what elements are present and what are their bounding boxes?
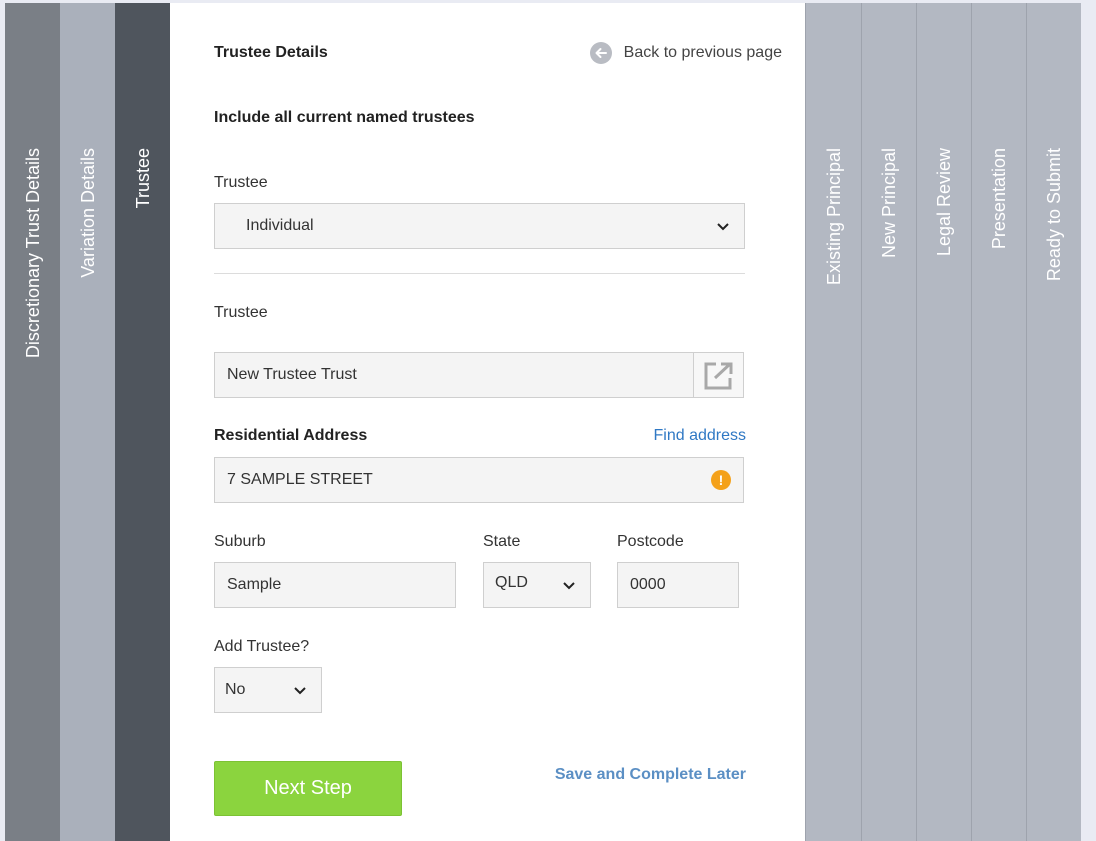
state-label: State xyxy=(483,533,521,550)
state-value: QLD xyxy=(495,574,528,591)
step-tab-new-principal[interactable]: New Principal xyxy=(861,3,916,841)
chevron-down-icon xyxy=(716,220,730,238)
step-tab-existing-principal[interactable]: Existing Principal xyxy=(805,3,861,841)
trustee-type-value: Individual xyxy=(246,217,314,234)
back-label: Back to previous page xyxy=(623,44,782,61)
main-panel: Trustee Details Back to previous page In… xyxy=(170,3,805,841)
state-select[interactable]: QLD xyxy=(483,562,591,608)
next-step-button[interactable]: Next Step xyxy=(214,761,402,816)
step-tab-variation-details[interactable]: Variation Details xyxy=(60,3,115,841)
chevron-down-icon xyxy=(293,684,307,702)
step-tab-label: Legal Review xyxy=(934,148,954,257)
page-title: Trustee Details xyxy=(214,44,328,61)
step-tab-label: Presentation xyxy=(989,148,1009,250)
suburb-field[interactable]: Sample xyxy=(214,562,456,608)
step-tab-trustee[interactable]: Trustee xyxy=(115,3,170,841)
arrow-left-icon xyxy=(589,42,612,64)
add-trustee-value: No xyxy=(225,681,246,698)
step-tab-label: Trustee xyxy=(132,148,153,209)
trustee-name-value: New Trustee Trust xyxy=(227,366,357,383)
form-subtitle: Include all current named trustees xyxy=(214,109,475,126)
trustee-name-label: Trustee xyxy=(214,304,268,321)
trustee-type-label: Trustee xyxy=(214,174,268,191)
step-tab-presentation[interactable]: Presentation xyxy=(971,3,1026,841)
step-tab-label: Ready to Submit xyxy=(1044,148,1064,282)
suburb-value: Sample xyxy=(227,576,282,593)
chevron-down-icon xyxy=(562,579,576,597)
address-label: Residential Address xyxy=(214,427,368,444)
step-tab-label: Variation Details xyxy=(77,148,98,278)
step-tab-discretionary-trust-details[interactable]: Discretionary Trust Details xyxy=(5,3,60,841)
save-and-complete-later-link[interactable]: Save and Complete Later xyxy=(555,766,746,784)
postcode-field[interactable]: 0000 xyxy=(617,562,739,608)
trustee-name-field[interactable]: New Trustee Trust xyxy=(214,352,744,398)
suburb-label: Suburb xyxy=(214,533,266,550)
postcode-value: 0000 xyxy=(630,576,666,593)
add-trustee-label: Add Trustee? xyxy=(214,638,310,655)
step-tab-legal-review[interactable]: Legal Review xyxy=(916,3,971,841)
step-tab-label: Existing Principal xyxy=(823,148,844,286)
divider xyxy=(214,273,745,274)
address-field[interactable]: 7 SAMPLE STREET ! xyxy=(214,457,744,503)
step-tab-label: New Principal xyxy=(879,148,899,259)
app-frame: Discretionary Trust Details Variation De… xyxy=(5,3,1081,841)
open-external-button[interactable] xyxy=(693,353,743,397)
open-external-icon xyxy=(704,362,732,390)
trustee-type-select[interactable]: Individual xyxy=(214,203,745,249)
step-tab-ready-to-submit[interactable]: Ready to Submit xyxy=(1026,3,1081,841)
warning-icon: ! xyxy=(711,470,731,490)
postcode-label: Postcode xyxy=(617,533,684,550)
find-address-link[interactable]: Find address xyxy=(654,427,747,445)
add-trustee-select[interactable]: No xyxy=(214,667,322,713)
step-tab-label: Discretionary Trust Details xyxy=(22,148,43,359)
back-to-previous-page-link[interactable]: Back to previous page xyxy=(589,42,782,64)
address-value: 7 SAMPLE STREET xyxy=(227,471,373,488)
